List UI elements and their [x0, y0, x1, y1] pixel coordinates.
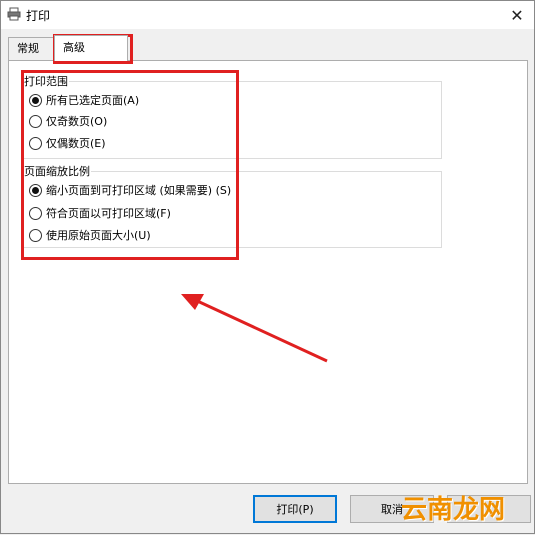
page-scaling-group: 页面缩放比例 缩小页面到可打印区域 (如果需要) (S) 符合页面以可打印区域(…	[22, 163, 442, 248]
radio-odd-pages[interactable]: 仅奇数页(O)	[29, 113, 107, 129]
radio-label: 仅偶数页(E)	[46, 137, 106, 150]
advanced-panel: 打印范围 所有已选定页面(A) 仅奇数页(O) 仅偶数页(E) 页面缩放比例 缩…	[8, 60, 528, 484]
radio-label: 使用原始页面大小(U)	[46, 229, 151, 242]
print-dialog: 打印 ✕ 常规 高级 打印范围 所有已选定页面(A) 仅奇数页(O) 仅偶数页(…	[0, 0, 535, 534]
radio-button	[29, 93, 42, 107]
radio-actual-size[interactable]: 使用原始页面大小(U)	[29, 227, 151, 243]
print-button[interactable]: 打印(P)	[253, 495, 337, 523]
radio-fit-to-page[interactable]: 符合页面以可打印区域(F)	[29, 205, 171, 221]
watermark-text: 云南龙网	[401, 495, 506, 525]
radio-label: 仅奇数页(O)	[46, 115, 108, 128]
radio-label: 缩小页面到可打印区域 (如果需要) (S)	[46, 184, 232, 197]
radio-label: 符合页面以可打印区域(F)	[46, 207, 171, 220]
printer-icon	[7, 7, 21, 21]
print-range-group: 打印范围 所有已选定页面(A) 仅奇数页(O) 仅偶数页(E)	[22, 73, 442, 159]
radio-button	[29, 114, 42, 128]
close-icon: ✕	[510, 5, 524, 25]
print-range-title: 打印范围	[23, 73, 69, 89]
close-button[interactable]: ✕	[500, 1, 534, 29]
radio-even-pages[interactable]: 仅偶数页(E)	[29, 135, 106, 151]
radio-label: 所有已选定页面(A)	[46, 94, 140, 107]
radio-all-pages[interactable]: 所有已选定页面(A)	[29, 92, 139, 108]
radio-button	[29, 206, 42, 220]
radio-button	[29, 136, 42, 150]
tab-advanced[interactable]: 高级	[54, 35, 128, 61]
tab-general[interactable]: 常规	[8, 37, 54, 60]
title-bar: 打印 ✕	[1, 1, 534, 29]
page-scaling-title: 页面缩放比例	[23, 163, 91, 179]
window-title: 打印	[26, 9, 51, 23]
radio-button	[29, 228, 42, 242]
radio-button	[29, 183, 42, 197]
radio-shrink-to-fit[interactable]: 缩小页面到可打印区域 (如果需要) (S)	[29, 182, 231, 198]
